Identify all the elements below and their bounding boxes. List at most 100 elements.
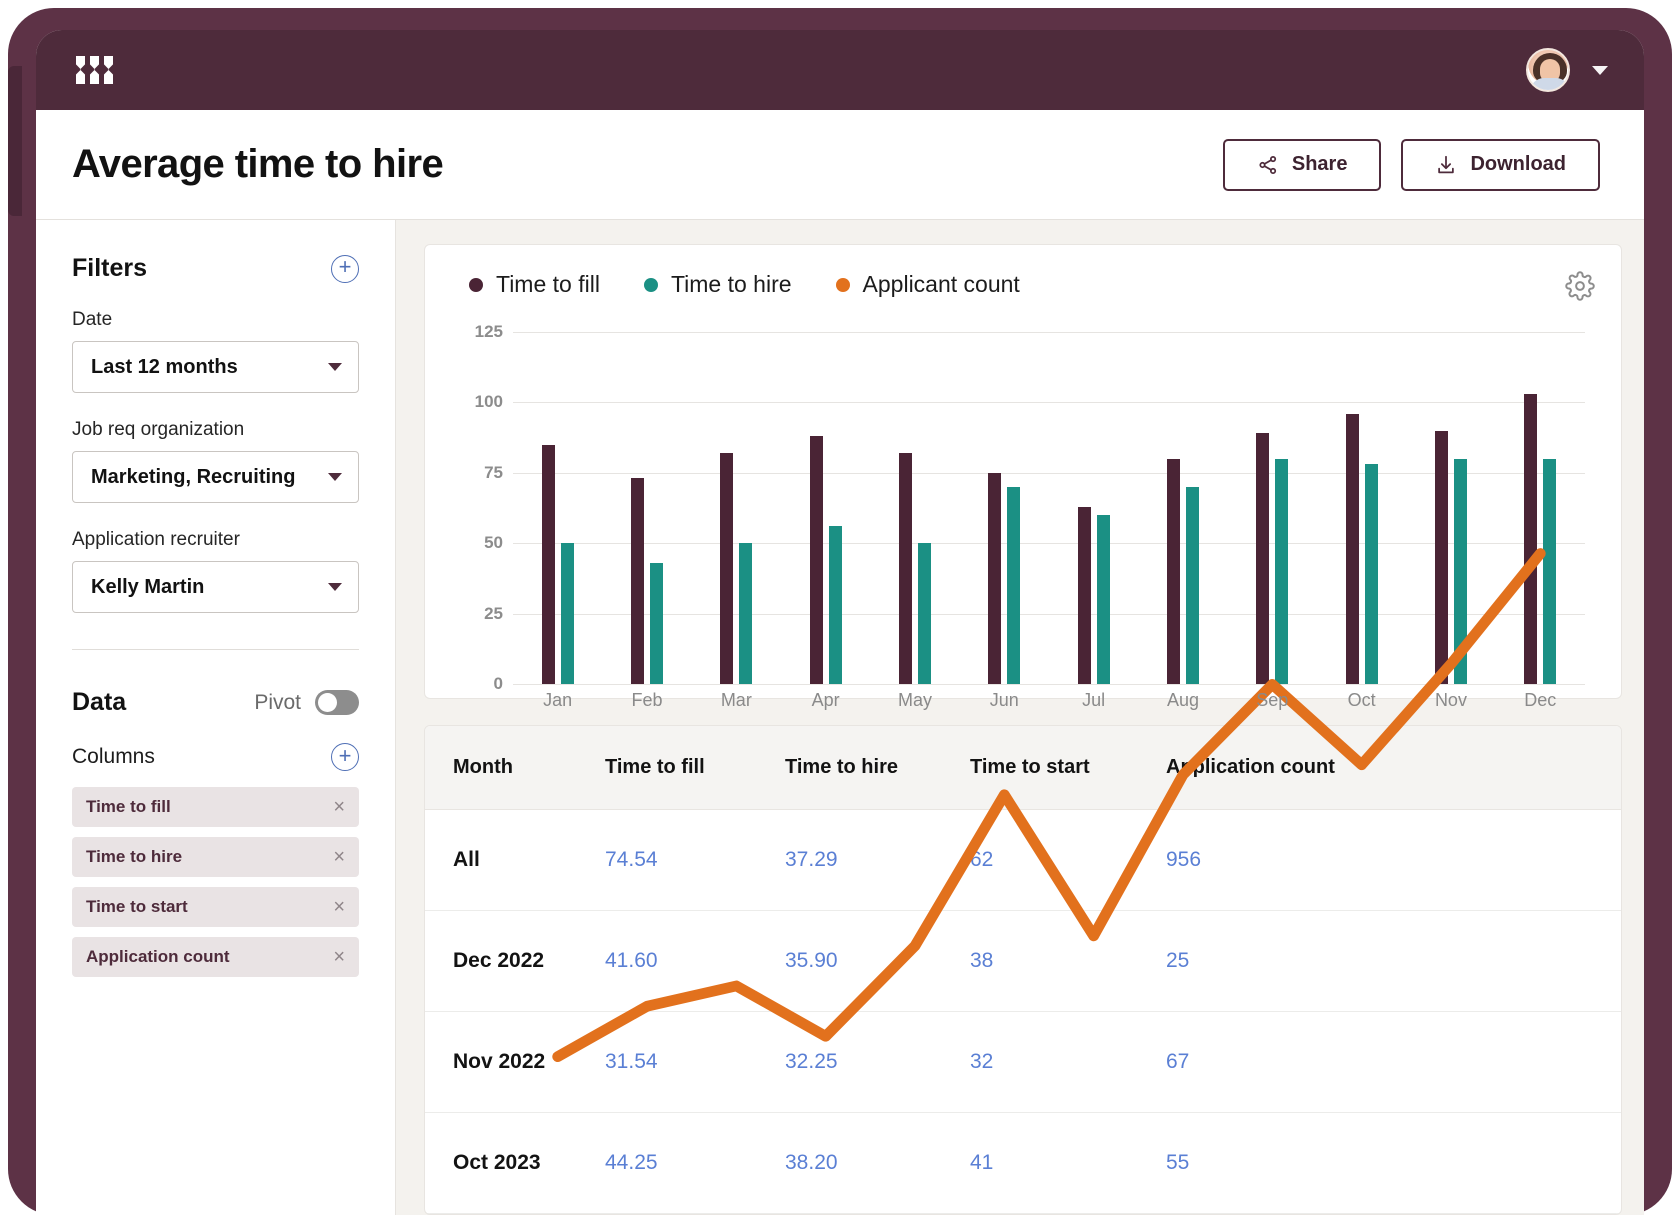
greenhouse-logo[interactable]	[76, 56, 113, 84]
legend-color-dot	[643, 277, 658, 292]
remove-column-icon[interactable]: ×	[333, 847, 345, 867]
download-button[interactable]: Download	[1401, 138, 1600, 191]
legend-label: Applicant count	[862, 271, 1020, 297]
x-axis-tick-label: Jun	[989, 690, 1019, 710]
column-chip[interactable]: Application count ×	[72, 937, 359, 977]
recruiter-select[interactable]: Kelly Martin	[72, 561, 359, 613]
org-select[interactable]: Marketing, Recruiting	[72, 451, 359, 503]
gear-icon	[1565, 271, 1595, 301]
legend-item[interactable]: Time to fill	[469, 271, 600, 298]
pivot-toggle[interactable]	[315, 690, 359, 715]
share-icon	[1259, 155, 1276, 174]
x-axis-tick-label: Aug	[1166, 690, 1199, 710]
filters-header: Filters +	[72, 254, 359, 283]
chevron-down-icon[interactable]	[1592, 65, 1608, 75]
logo-stripe-2	[90, 56, 99, 84]
applicant-count-line	[552, 548, 1546, 1063]
share-button[interactable]: Share	[1222, 138, 1382, 191]
y-axis-tick-label: 0	[493, 674, 503, 693]
column-chip[interactable]: Time to hire ×	[72, 837, 359, 877]
x-axis-tick-label: Sep	[1256, 690, 1289, 710]
download-label: Download	[1470, 153, 1566, 175]
y-axis-tick-label: 100	[474, 392, 503, 412]
device-frame: Average time to hire Share Download Filt…	[8, 8, 1672, 1215]
y-axis-labels: 0 25 50 75 100 125	[447, 322, 503, 693]
header-actions: Share Download	[1222, 138, 1600, 191]
filter-recruiter-label: Application recruiter	[72, 529, 240, 550]
main-content: Time to fill Time to hire Applicant count …	[396, 220, 1644, 1215]
download-icon	[1438, 155, 1455, 173]
y-axis-tick-label: 50	[484, 533, 503, 553]
x-axis-tick-label: Nov	[1434, 690, 1467, 710]
account-menu[interactable]	[1526, 48, 1608, 92]
chart-legend: Time to fill Time to hire Applicant count	[447, 271, 1595, 298]
sidebar: Filters + Date Last 12 months Job req or…	[36, 220, 396, 1215]
y-axis-tick-label: 75	[484, 462, 503, 482]
pivot-control: Pivot	[254, 690, 359, 715]
add-column-button[interactable]: +	[331, 743, 359, 771]
legend-label: Time to fill	[496, 271, 600, 297]
remove-column-icon[interactable]: ×	[333, 797, 345, 817]
column-chip-label: Time to hire	[86, 847, 183, 866]
filter-job-req-organization: Job req organization Marketing, Recruiti…	[72, 419, 359, 503]
page-title: Average time to hire	[72, 142, 444, 186]
data-header: Data Pivot	[72, 688, 359, 717]
filter-date-label: Date	[72, 309, 113, 330]
date-select-value: Last 12 months	[91, 355, 238, 378]
columns-title: Columns	[72, 745, 155, 768]
filter-org-label: Job req organization	[72, 419, 245, 440]
date-select[interactable]: Last 12 months	[72, 341, 359, 393]
pivot-toggle-knob	[318, 693, 337, 712]
x-axis-tick-label: Feb	[631, 690, 663, 710]
x-axis-tick-label: Apr	[811, 690, 840, 710]
org-select-value: Marketing, Recruiting	[91, 465, 296, 488]
remove-column-icon[interactable]: ×	[333, 897, 345, 917]
page-header: Average time to hire Share Download	[36, 110, 1644, 220]
pivot-label: Pivot	[254, 690, 301, 714]
app-top-bar	[36, 30, 1644, 110]
data-title: Data	[72, 688, 127, 716]
device-volume-buttons	[8, 66, 22, 216]
column-chip[interactable]: Time to fill ×	[72, 787, 359, 827]
legend-color-dot	[835, 277, 850, 292]
chevron-down-icon	[328, 363, 342, 371]
column-chip-label: Application count	[86, 947, 230, 966]
applicant-count-polyline	[552, 548, 1546, 1063]
recruiter-select-value: Kelly Martin	[91, 575, 205, 598]
x-axis-labels: Jan Feb Mar Apr May Jun Jul Aug Sep Oct Nov Dec	[513, 690, 1585, 711]
x-axis-tick-label: Mar	[720, 690, 752, 710]
columns-list: Time to fill × Time to hire × Time to start ×…	[72, 787, 359, 977]
column-chip-label: Time to start	[86, 897, 188, 916]
device-screen: Average time to hire Share Download Filt…	[36, 30, 1644, 1215]
chevron-down-icon	[328, 473, 342, 481]
filter-application-recruiter: Application recruiter Kelly Martin	[72, 529, 359, 613]
chart-settings-button[interactable]	[1565, 271, 1595, 306]
y-axis-tick-label: 25	[484, 603, 503, 623]
x-axis-tick-label: May	[897, 690, 932, 710]
legend-label: Time to hire	[670, 271, 792, 297]
x-axis-tick-label: Oct	[1347, 690, 1376, 710]
chart-card: Time to fill Time to hire Applicant count …	[424, 244, 1622, 1063]
logo-stripe-3	[104, 56, 113, 84]
x-axis-tick-label: Jan	[543, 690, 573, 710]
remove-column-icon[interactable]: ×	[333, 947, 345, 967]
column-chip-label: Time to fill	[86, 797, 171, 816]
filters-title: Filters	[72, 254, 148, 282]
filter-date: Date Last 12 months	[72, 309, 359, 393]
x-axis-tick-label: Jul	[1082, 690, 1106, 710]
legend-color-dot	[469, 277, 483, 292]
x-axis-tick-label: Dec	[1524, 690, 1557, 710]
y-axis-tick-label: 125	[474, 322, 503, 341]
chevron-down-icon	[328, 583, 342, 591]
columns-header: Columns +	[72, 743, 359, 771]
legend-item[interactable]: Applicant count	[835, 271, 1020, 298]
logo-stripe-1	[76, 56, 85, 84]
share-label: Share	[1291, 153, 1348, 175]
column-chip[interactable]: Time to start ×	[72, 887, 359, 927]
avatar-body	[1530, 78, 1568, 90]
body-area: Filters + Date Last 12 months Job req or…	[36, 220, 1644, 1215]
add-filter-button[interactable]: +	[331, 254, 359, 283]
legend-item[interactable]: Time to hire	[643, 271, 792, 298]
user-avatar[interactable]	[1526, 48, 1570, 92]
chart-plot-area: 0 25 50 75 100 125 Jan Feb Mar Apr May Jun Jul Aug Se…	[447, 322, 1595, 1063]
